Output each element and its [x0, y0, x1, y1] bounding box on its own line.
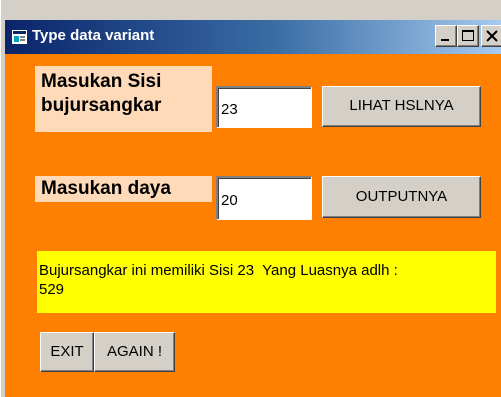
app-icon[interactable]	[12, 30, 27, 44]
form-area: Masukan Sisi bujursangkar LIHAT HSLNYA M…	[5, 54, 501, 397]
maximize-icon	[462, 30, 474, 41]
sisi-label-line2: bujursangkar	[41, 95, 162, 116]
result-line1: Bujursangkar ini memiliki Sisi 23 Yang L…	[39, 262, 398, 279]
output-button[interactable]: OUTPUTNYA	[322, 176, 481, 218]
window-title: Type data variant	[32, 27, 155, 44]
maximize-button[interactable]	[457, 25, 479, 47]
sisi-label-line1: Masukan Sisi	[41, 71, 162, 92]
close-icon	[486, 30, 498, 42]
exit-button[interactable]: EXIT	[40, 332, 94, 372]
minimize-icon	[441, 39, 449, 41]
app-window: Type data variant Masukan Sisi bujursang…	[0, 0, 501, 397]
daya-input[interactable]	[216, 176, 312, 220]
lihat-hasil-button[interactable]: LIHAT HSLNYA	[322, 86, 481, 127]
minimize-button[interactable]	[435, 25, 457, 47]
result-line2: 529	[39, 281, 65, 298]
close-button[interactable]	[481, 25, 501, 47]
sisi-input[interactable]	[216, 86, 312, 128]
result-label: Bujursangkar ini memiliki Sisi 23 Yang L…	[37, 251, 496, 313]
sisi-label: Masukan Sisi bujursangkar	[35, 66, 212, 132]
daya-label: Masukan daya	[35, 176, 212, 202]
title-bar[interactable]: Type data variant	[5, 20, 501, 54]
again-button[interactable]: AGAIN !	[94, 332, 175, 372]
